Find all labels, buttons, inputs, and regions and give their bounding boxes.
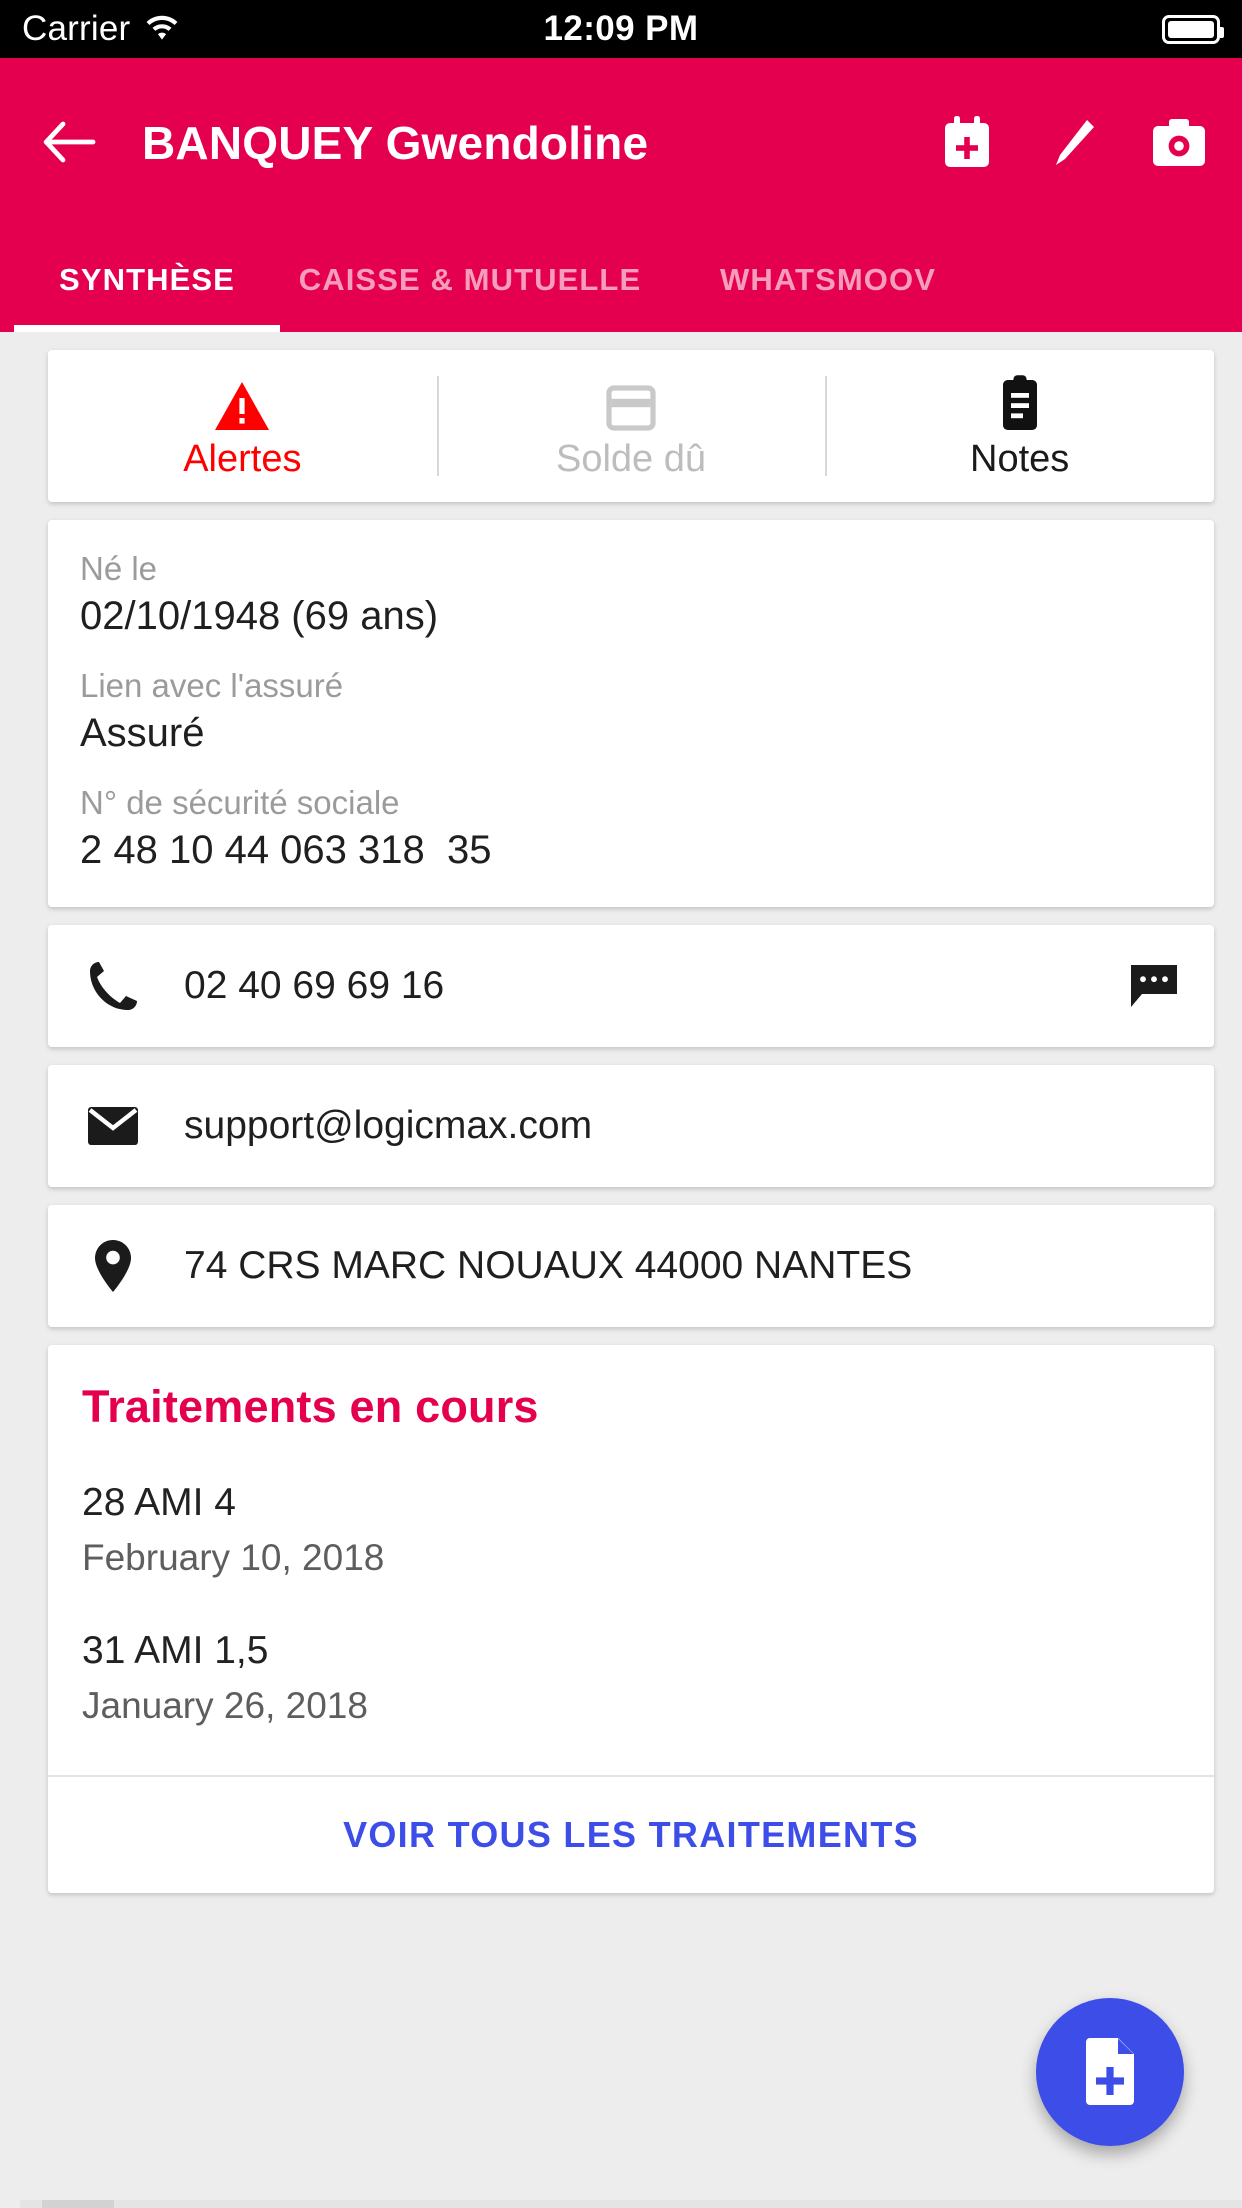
add-document-fab[interactable] <box>1036 1998 1184 2146</box>
treatment-name: 31 AMI 1,5 <box>82 1629 269 1672</box>
treatment-item[interactable]: 31 AMI 1,5 January 26, 2018 <box>82 1629 1180 1727</box>
tab-label: CAISSE & MUTUELLE <box>298 262 642 297</box>
treatment-date: January 26, 2018 <box>82 1685 368 1726</box>
bottom-scroll-indicator <box>20 2200 1242 2208</box>
tab-bar: SYNTHÈSE CAISSE & MUTUELLE WHATSMOOV <box>0 228 1242 332</box>
field-label-relation: Lien avec l'assuré <box>80 667 344 704</box>
field-value-social-security: 2 48 10 44 063 318 35 <box>80 828 492 872</box>
status-bar-right <box>1162 14 1224 44</box>
arrow-left-icon <box>43 121 96 163</box>
quick-action-notes[interactable]: Notes <box>825 350 1214 502</box>
field-value-birthdate: 02/10/1948 (69 ans) <box>80 594 439 638</box>
page-title: BANQUEY Gwendoline <box>142 117 649 169</box>
pencil-icon <box>1056 120 1094 165</box>
contact-row-email[interactable]: support@logicmax.com <box>48 1065 1214 1187</box>
treatment-item[interactable]: 28 AMI 4 February 10, 2018 <box>82 1481 1180 1579</box>
battery-full-icon <box>1162 14 1224 44</box>
edit-button[interactable] <box>1044 114 1102 172</box>
quick-actions-card: Alertes Solde dû Notes <box>48 350 1214 502</box>
phone-screen: Carrier 12:09 PM BANQUEY Gwendoline SYNT… <box>0 0 1242 2208</box>
patient-info-card: Né le 02/10/1948 (69 ans) Lien avec l'as… <box>48 520 1214 907</box>
quick-action-label: Alertes <box>183 437 302 480</box>
quick-action-label: Solde dû <box>556 437 707 480</box>
add-appointment-button[interactable] <box>938 114 996 172</box>
phone-icon <box>82 959 144 1013</box>
treatment-name: 28 AMI 4 <box>82 1481 236 1524</box>
calendar-plus-icon <box>945 116 989 167</box>
clipboard-icon <box>995 372 1045 432</box>
sms-button[interactable] <box>1128 962 1180 1010</box>
field-value-relation: Assuré <box>80 711 205 755</box>
content-inner: Alertes Solde dû Notes Né le 02/10/1948 … <box>20 332 1242 2208</box>
treatments-title: Traitements en cours <box>82 1381 539 1432</box>
warning-triangle-icon <box>213 372 271 432</box>
status-bar: Carrier 12:09 PM <box>0 0 1242 58</box>
field-label-social-security: N° de sécurité sociale <box>80 784 400 821</box>
chat-bubble-icon <box>1131 965 1177 1007</box>
map-pin-icon <box>82 1238 144 1294</box>
tab-caisse-mutuelle[interactable]: CAISSE & MUTUELLE <box>294 228 646 332</box>
carrier-label: Carrier <box>22 9 131 48</box>
contact-row-phone[interactable]: 02 40 69 69 16 <box>48 925 1214 1047</box>
treatment-date: February 10, 2018 <box>82 1537 385 1578</box>
phone-number: 02 40 69 69 16 <box>184 964 445 1007</box>
see-all-treatments-label: VOIR TOUS LES TRAITEMENTS <box>343 1814 919 1855</box>
contact-row-address[interactable]: 74 CRS MARC NOUAUX 44000 NANTES <box>48 1205 1214 1327</box>
app-bar-actions <box>938 114 1208 172</box>
clock-label: 12:09 PM <box>543 9 699 48</box>
treatments-card: Traitements en cours 28 AMI 4 February 1… <box>48 1345 1214 1893</box>
quick-action-alertes[interactable]: Alertes <box>48 350 437 502</box>
quick-action-solde-du[interactable]: Solde dû <box>436 350 826 502</box>
tab-synthese[interactable]: SYNTHÈSE <box>0 228 294 332</box>
credit-card-icon <box>603 372 659 432</box>
back-button[interactable] <box>34 108 104 178</box>
tab-whatsmoov[interactable]: WHATSMOOV <box>678 228 978 332</box>
scroll-content: Alertes Solde dû Notes Né le 02/10/1948 … <box>0 332 1242 2208</box>
see-all-treatments-button[interactable]: VOIR TOUS LES TRAITEMENTS <box>48 1775 1214 1893</box>
wifi-icon <box>144 13 180 46</box>
camera-icon <box>1153 119 1205 166</box>
camera-button[interactable] <box>1150 114 1208 172</box>
email-address: support@logicmax.com <box>184 1104 593 1147</box>
treatments-body: Traitements en cours 28 AMI 4 February 1… <box>48 1345 1214 1775</box>
tab-label: WHATSMOOV <box>720 262 936 297</box>
document-plus-icon <box>1086 2038 1134 2105</box>
status-bar-left: Carrier <box>22 9 180 49</box>
app-bar: BANQUEY Gwendoline <box>0 58 1242 228</box>
field-label-birthdate: Né le <box>80 550 158 587</box>
envelope-icon <box>82 1105 144 1147</box>
postal-address: 74 CRS MARC NOUAUX 44000 NANTES <box>184 1244 913 1287</box>
quick-action-label: Notes <box>970 437 1070 480</box>
tab-label: SYNTHÈSE <box>59 262 235 297</box>
